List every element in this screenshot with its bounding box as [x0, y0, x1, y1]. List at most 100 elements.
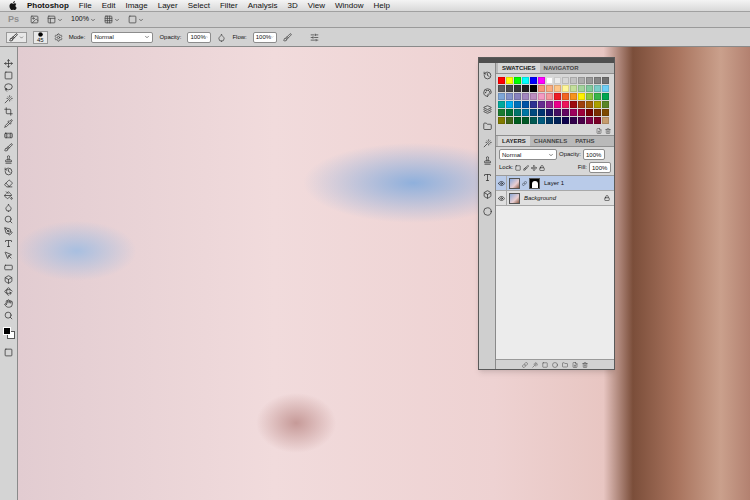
- photo-canvas[interactable]: SWATCHESNAVIGATORLAYERSCHANNELSPATHSNorm…: [18, 47, 750, 500]
- swatch[interactable]: [538, 77, 545, 84]
- mask-link-icon[interactable]: [522, 181, 527, 186]
- swatch[interactable]: [562, 93, 569, 100]
- tool-icon[interactable]: [4, 215, 13, 224]
- swatch[interactable]: [522, 117, 529, 124]
- swatch[interactable]: [586, 117, 593, 124]
- arrange-documents[interactable]: [104, 15, 120, 24]
- menu-item[interactable]: File: [79, 2, 92, 10]
- swatch[interactable]: [530, 77, 537, 84]
- swatch[interactable]: [514, 85, 521, 92]
- swatch[interactable]: [578, 85, 585, 92]
- swatch[interactable]: [586, 93, 593, 100]
- foreground-color[interactable]: [3, 327, 11, 335]
- tool-icon[interactable]: [4, 311, 13, 320]
- swatch[interactable]: [562, 117, 569, 124]
- swatch[interactable]: [538, 85, 545, 92]
- brush-panel-icon[interactable]: [54, 33, 63, 42]
- panel-tab[interactable]: SWATCHES: [498, 63, 540, 73]
- swatch[interactable]: [506, 109, 513, 116]
- swatch[interactable]: [522, 77, 529, 84]
- swatch[interactable]: [570, 77, 577, 84]
- swatch[interactable]: [594, 85, 601, 92]
- swatch[interactable]: [514, 93, 521, 100]
- layer-row[interactable]: Background: [496, 191, 614, 206]
- tool-icon[interactable]: [4, 251, 13, 260]
- swatch[interactable]: [594, 117, 601, 124]
- tool-icon[interactable]: [4, 239, 13, 248]
- pressure-opacity-icon[interactable]: [217, 33, 226, 42]
- menu-item[interactable]: View: [308, 2, 325, 10]
- swatch[interactable]: [522, 93, 529, 100]
- tool-icon[interactable]: [4, 203, 13, 212]
- swatch[interactable]: [530, 85, 537, 92]
- swatch[interactable]: [546, 109, 553, 116]
- tool-icon[interactable]: [4, 131, 13, 140]
- swatch[interactable]: [538, 101, 545, 108]
- menu-item[interactable]: Edit: [102, 2, 116, 10]
- swatch[interactable]: [554, 77, 561, 84]
- brush-picker[interactable]: 45: [33, 31, 48, 44]
- dock-panel-icon[interactable]: [483, 139, 492, 148]
- swatch[interactable]: [530, 109, 537, 116]
- swatch[interactable]: [594, 109, 601, 116]
- blend-mode-select[interactable]: Normal: [499, 149, 557, 160]
- tool-icon[interactable]: [4, 263, 13, 272]
- swatch[interactable]: [546, 117, 553, 124]
- delete-swatch-icon[interactable]: [605, 128, 611, 134]
- swatch[interactable]: [562, 77, 569, 84]
- swatch[interactable]: [554, 109, 561, 116]
- swatch[interactable]: [530, 117, 537, 124]
- swatch[interactable]: [554, 93, 561, 100]
- panel-tab[interactable]: CHANNELS: [530, 136, 571, 146]
- menu-item[interactable]: Help: [373, 2, 389, 10]
- panel-tab[interactable]: LAYERS: [498, 136, 530, 146]
- swatch[interactable]: [538, 93, 545, 100]
- dock-panel-icon[interactable]: [483, 71, 492, 80]
- swatch[interactable]: [522, 101, 529, 108]
- layer-opacity-field[interactable]: 100%: [583, 149, 605, 160]
- dock-panel-icon[interactable]: [483, 105, 492, 114]
- swatch[interactable]: [562, 85, 569, 92]
- swatch[interactable]: [586, 101, 593, 108]
- lock-all-icon[interactable]: [539, 165, 545, 171]
- swatch[interactable]: [538, 117, 545, 124]
- swatch[interactable]: [602, 117, 609, 124]
- layer-row[interactable]: Layer 1: [496, 176, 614, 191]
- tool-icon[interactable]: [4, 71, 13, 80]
- delete-layer-icon[interactable]: [582, 362, 588, 368]
- menu-item[interactable]: 3D: [288, 2, 298, 10]
- tool-icon[interactable]: [4, 155, 13, 164]
- swatch[interactable]: [546, 85, 553, 92]
- dock-panel-icon[interactable]: [483, 207, 492, 216]
- tool-icon[interactable]: [4, 59, 13, 68]
- swatch[interactable]: [570, 85, 577, 92]
- tool-icon[interactable]: [4, 95, 13, 104]
- swatch[interactable]: [578, 101, 585, 108]
- tool-icon[interactable]: [4, 191, 13, 200]
- swatch[interactable]: [602, 85, 609, 92]
- airbrush-icon[interactable]: [283, 33, 292, 42]
- lock-position-icon[interactable]: [531, 165, 537, 171]
- bridge-icon[interactable]: [30, 15, 39, 24]
- dock-panel-icon[interactable]: [483, 122, 492, 131]
- swatch[interactable]: [602, 77, 609, 84]
- swatch[interactable]: [570, 117, 577, 124]
- swatch[interactable]: [586, 109, 593, 116]
- swatch[interactable]: [594, 101, 601, 108]
- swatch[interactable]: [522, 85, 529, 92]
- tool-icon[interactable]: [4, 227, 13, 236]
- new-layer-icon[interactable]: [572, 362, 578, 368]
- lock-pixels-icon[interactable]: [523, 165, 529, 171]
- color-swatches[interactable]: [3, 327, 15, 339]
- swatch[interactable]: [498, 101, 505, 108]
- swatch[interactable]: [522, 109, 529, 116]
- swatch[interactable]: [562, 109, 569, 116]
- menu-item[interactable]: Image: [125, 2, 147, 10]
- tool-icon[interactable]: [4, 287, 13, 296]
- swatch[interactable]: [578, 117, 585, 124]
- visibility-cell[interactable]: [496, 191, 507, 205]
- fill-field[interactable]: 100%: [589, 162, 611, 173]
- swatch[interactable]: [530, 93, 537, 100]
- dock-panel-icon[interactable]: [483, 156, 492, 165]
- swatch[interactable]: [506, 77, 513, 84]
